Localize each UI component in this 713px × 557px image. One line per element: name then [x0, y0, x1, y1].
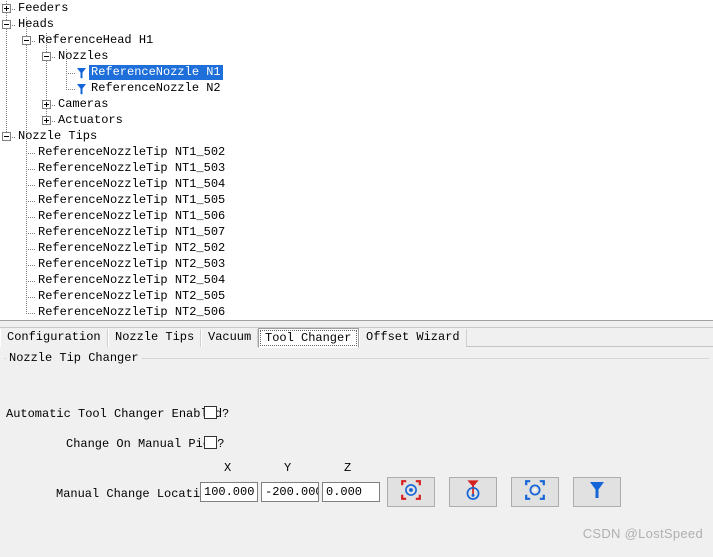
tree-node[interactable]: ReferenceNozzleTip NT2_502 — [0, 241, 713, 257]
nozzle-tip-changer-group: Nozzle Tip Changer Automatic Tool Change… — [4, 352, 709, 552]
tree-node-label: Actuators — [58, 113, 123, 127]
tab-bar: Configuration Nozzle Tips Vacuum Tool Chang… — [0, 328, 713, 348]
change-on-manual-pick-checkbox[interactable] — [204, 436, 217, 449]
tree-collapse-icon[interactable] — [42, 52, 51, 61]
tree-node-label: ReferenceNozzleTip NT2_502 — [38, 241, 226, 255]
tree-node-label: ReferenceNozzleTip NT2_504 — [38, 273, 226, 287]
nozzle-icon — [76, 82, 87, 96]
nozzle-crosshair-red-icon — [463, 479, 483, 505]
tree-node[interactable]: Nozzle Tips — [0, 129, 713, 145]
tree-expand-icon[interactable] — [2, 4, 11, 13]
tree-node[interactable]: ReferenceHead H1 — [0, 33, 713, 49]
tree-node-label: Cameras — [58, 97, 109, 111]
tree-collapse-icon[interactable] — [2, 20, 11, 29]
tree-node-label: ReferenceNozzleTip NT1_506 — [38, 209, 226, 223]
capture-camera-location-button[interactable] — [387, 477, 435, 507]
tab-configuration[interactable]: Configuration — [0, 329, 108, 347]
tree-node[interactable]: ReferenceNozzleTip NT2_505 — [0, 289, 713, 305]
tab-tool-changer[interactable]: Tool Changer — [258, 328, 359, 348]
tree-node[interactable]: ReferenceNozzle N2 — [0, 81, 713, 97]
axis-x-label: X — [224, 461, 232, 475]
tree-node[interactable]: ReferenceNozzleTip NT2_506 — [0, 305, 713, 320]
tree-node[interactable]: Cameras — [0, 97, 713, 113]
change-on-manual-pick-label: Change On Manual Pick? — [66, 437, 225, 451]
manual-change-location-z-input[interactable]: 0.000 — [322, 482, 380, 502]
tree-node-label: ReferenceHead H1 — [38, 33, 154, 47]
tree-node[interactable]: ReferenceNozzleTip NT1_503 — [0, 161, 713, 177]
manual-change-location-y-input[interactable]: -200.000 — [261, 482, 319, 502]
tree-node-label: Feeders — [18, 1, 69, 15]
tree-collapse-icon[interactable] — [22, 36, 31, 45]
tree-node-label: Heads — [18, 17, 55, 31]
tree-node-label: ReferenceNozzle N1 — [89, 65, 223, 80]
tree-node[interactable]: Actuators — [0, 113, 713, 129]
capture-nozzle-location-button[interactable] — [449, 477, 497, 507]
tree-collapse-icon[interactable] — [2, 132, 11, 141]
tree-node[interactable]: ReferenceNozzleTip NT2_504 — [0, 273, 713, 289]
tree-node-label: ReferenceNozzleTip NT1_507 — [38, 225, 226, 239]
machine-setup-tree[interactable]: Feeders Heads ReferenceHead H1 Nozzles Refer… — [0, 0, 713, 320]
group-title: Nozzle Tip Changer — [6, 352, 142, 365]
move-camera-to-location-button[interactable] — [511, 477, 559, 507]
tree-node[interactable]: ReferenceNozzle N1 — [0, 65, 713, 81]
manual-change-location-x-input[interactable]: 100.000 — [200, 482, 258, 502]
tree-node-label: ReferenceNozzleTip NT1_505 — [38, 193, 226, 207]
tree-node-label: ReferenceNozzleTip NT1_504 — [38, 177, 226, 191]
tree-node-label: ReferenceNozzleTip NT2_503 — [38, 257, 226, 271]
tree-node[interactable]: ReferenceNozzleTip NT1_502 — [0, 145, 713, 161]
tree-node-label: ReferenceNozzleTip NT1_502 — [38, 145, 226, 159]
tree-node[interactable]: ReferenceNozzleTip NT1_504 — [0, 177, 713, 193]
manual-change-location-label: Manual Change Location — [56, 487, 215, 501]
tree-node[interactable]: Nozzles — [0, 49, 713, 65]
axis-y-label: Y — [284, 461, 292, 475]
tree-expand-icon[interactable] — [42, 116, 51, 125]
move-nozzle-to-location-button[interactable] — [573, 477, 621, 507]
tree-node[interactable]: Heads — [0, 17, 713, 33]
tree-node[interactable]: ReferenceNozzleTip NT1_507 — [0, 225, 713, 241]
tree-node-label: ReferenceNozzleTip NT2_505 — [38, 289, 226, 303]
tree-expand-icon[interactable] — [42, 100, 51, 109]
tree-node[interactable]: ReferenceNozzleTip NT1_506 — [0, 209, 713, 225]
tree-node[interactable]: ReferenceNozzleTip NT1_505 — [0, 193, 713, 209]
tab-offset-wizard[interactable]: Offset Wizard — [359, 329, 467, 347]
tree-node[interactable]: ReferenceNozzleTip NT2_503 — [0, 257, 713, 273]
camera-crosshair-blue-icon — [525, 480, 545, 504]
tab-vacuum[interactable]: Vacuum — [201, 329, 258, 347]
nozzle-blue-icon — [588, 479, 606, 505]
nozzle-icon — [76, 66, 87, 80]
panel-splitter[interactable] — [0, 320, 713, 328]
bottom-properties-panel: Configuration Nozzle Tips Vacuum Tool Chang… — [0, 328, 713, 557]
axis-z-label: Z — [344, 461, 352, 475]
watermark: CSDN @LostSpeed — [582, 526, 703, 541]
camera-crosshair-red-icon — [401, 480, 421, 504]
tree-node-label: ReferenceNozzleTip NT2_506 — [38, 305, 226, 319]
tree-node-label: ReferenceNozzleTip NT1_503 — [38, 161, 226, 175]
automatic-tool-changer-checkbox[interactable] — [204, 406, 217, 419]
tree-node-label: ReferenceNozzle N2 — [91, 81, 221, 95]
tree-node-label: Nozzles — [58, 49, 109, 63]
tab-nozzle-tips[interactable]: Nozzle Tips — [108, 329, 201, 347]
tree-node[interactable]: Feeders — [0, 1, 713, 17]
automatic-tool-changer-label: Automatic Tool Changer Enabled? — [6, 407, 230, 421]
tree-node-label: Nozzle Tips — [18, 129, 98, 143]
